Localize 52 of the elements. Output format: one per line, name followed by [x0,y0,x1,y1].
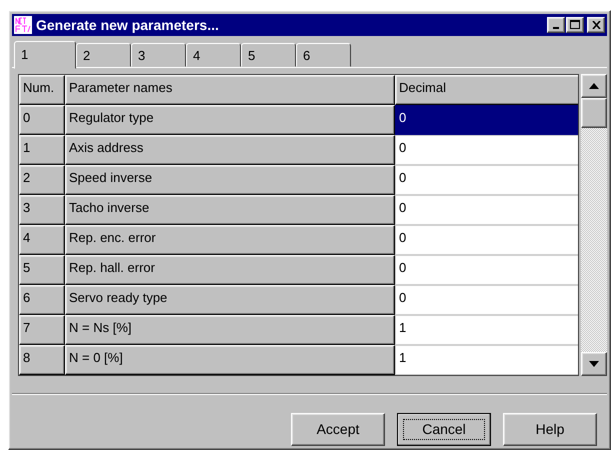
tab[interactable]: 5 [241,42,296,67]
up-arrow-icon [589,82,599,89]
tab[interactable]: 2 [76,42,131,67]
row-number: 4 [19,224,65,255]
tab[interactable]: 1 [14,40,76,69]
row-number: 5 [19,254,65,285]
parameter-name: Tacho inverse [65,194,395,225]
value-cell[interactable]: 0 [395,134,578,165]
maximize-button[interactable] [566,16,584,33]
minimize-button[interactable] [547,16,565,33]
minimize-icon [553,26,559,29]
row-number: 1 [19,134,65,165]
parameter-name: Servo ready type [65,284,395,315]
scroll-down-button[interactable] [581,352,607,376]
row-number: 2 [19,164,65,195]
scrollbar-thumb[interactable] [581,98,607,128]
dialog-button[interactable]: Help [503,412,597,446]
row-number: 8 [19,344,65,375]
column-header: Num. [19,74,65,105]
row-number: 3 [19,194,65,225]
close-button[interactable] [587,16,605,33]
value-cell[interactable]: 0 [395,224,578,255]
value-cell[interactable]: 1 [395,344,578,375]
dialog-button[interactable]: Cancel [397,412,491,446]
parameter-name: Regulator type [65,104,395,135]
window-title: Generate new parameters... [36,16,220,33]
tab[interactable]: 6 [296,42,351,67]
value-cell[interactable]: 0 [395,284,578,315]
parameter-name: Rep. enc. error [65,224,395,255]
value-cell[interactable]: 0 [395,254,578,285]
tab[interactable]: 4 [186,42,241,67]
row-number: 6 [19,284,65,315]
app-logo-icon [14,16,32,34]
tab[interactable]: 3 [131,42,186,67]
column-header: Decimal [395,74,578,105]
parameter-name: N = 0 [%] [65,344,395,375]
parameter-name: Rep. hall. error [65,254,395,285]
close-icon [592,20,600,29]
scroll-up-button[interactable] [581,74,607,98]
maximize-icon [570,20,580,30]
value-cell[interactable]: 0 [395,164,578,195]
down-arrow-icon [589,360,599,367]
parameter-name: N = Ns [%] [65,314,395,345]
value-cell[interactable]: 0 [395,104,578,135]
row-number: 0 [19,104,65,135]
parameter-name: Axis address [65,134,395,165]
dialog-button[interactable]: Accept [291,412,385,446]
value-cell[interactable]: 1 [395,314,578,345]
value-cell[interactable]: 0 [395,194,578,225]
row-number: 7 [19,314,65,345]
column-header: Parameter names [65,74,395,105]
parameter-name: Speed inverse [65,164,395,195]
